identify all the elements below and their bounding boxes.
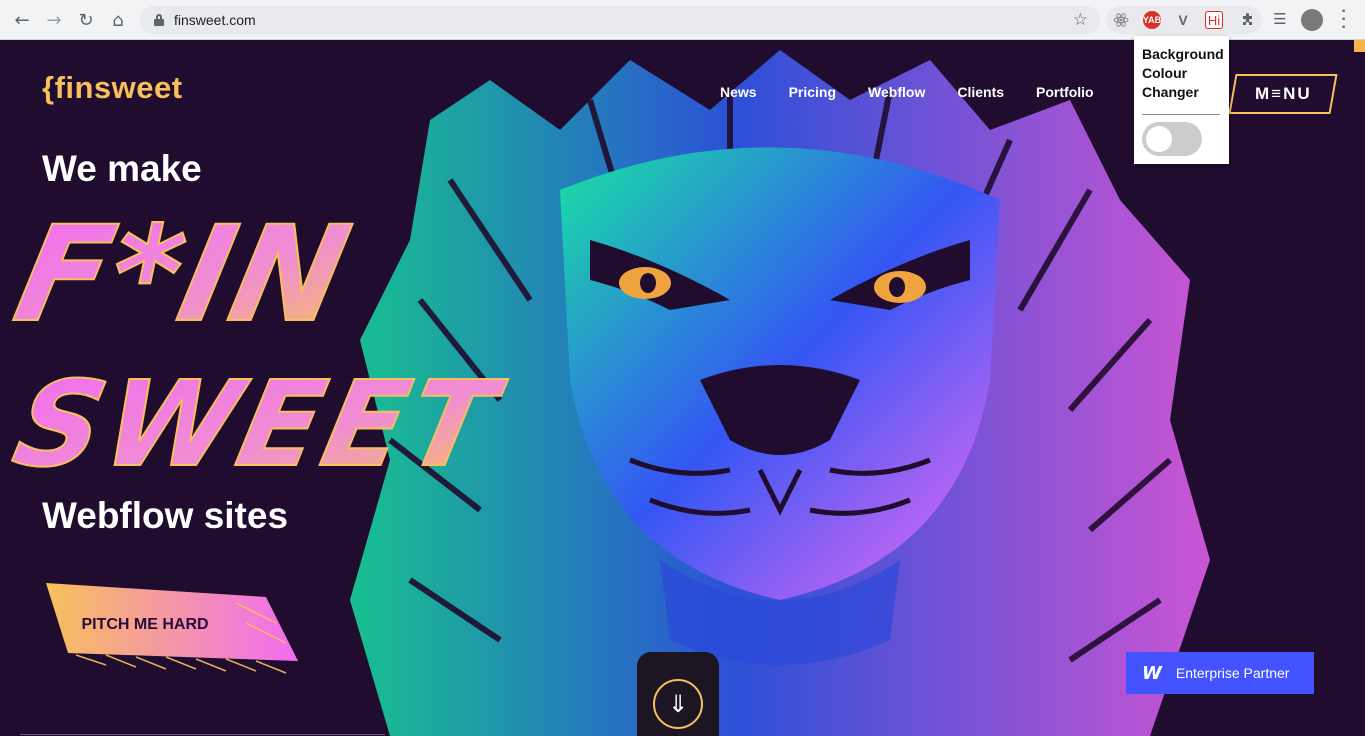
colour-changer-toggle[interactable] [1142, 122, 1202, 156]
nav-link-clients[interactable]: Clients [957, 84, 1004, 100]
reload-icon[interactable]: ↻ [74, 8, 98, 32]
hi-extension-icon[interactable]: Hi [1205, 11, 1223, 29]
vue-extension-icon[interactable]: V [1174, 11, 1192, 29]
url-text[interactable]: finsweet.com [174, 12, 256, 28]
puzzle-extensions-icon[interactable] [1238, 9, 1258, 29]
popup-divider [1142, 114, 1220, 115]
nav-link-portfolio[interactable]: Portfolio [1036, 84, 1094, 100]
nav-link-webflow[interactable]: Webflow [868, 84, 925, 100]
enterprise-partner-label: Enterprise Partner [1175, 665, 1290, 681]
address-bar[interactable]: finsweet.com ☆ [140, 6, 1100, 34]
popup-title: Background Colour Changer [1142, 46, 1224, 100]
browser-menu-icon[interactable]: · · · [1338, 4, 1350, 36]
brush-line-2: SWEET [10, 356, 514, 480]
yab-extension-icon[interactable]: YAB [1143, 11, 1161, 29]
bookmark-star-icon[interactable]: ☆ [1073, 10, 1088, 30]
hero-heading-bottom: Webflow sites [42, 495, 289, 536]
toggle-knob[interactable] [1146, 126, 1172, 152]
scroll-down-arrow-icon[interactable]: ⇓ [653, 679, 703, 729]
background-colour-changer-popup: Background Colour Changer [1134, 36, 1229, 164]
pitch-me-hard-button[interactable]: PITCH ME HARD [50, 616, 240, 634]
back-arrow-icon[interactable]: ← [10, 8, 34, 32]
forward-arrow-icon[interactable]: → [42, 8, 66, 32]
top-navigation: News Pricing Webflow Clients Portfolio [720, 84, 1094, 100]
finsweet-logo[interactable]: {finsweet [42, 70, 183, 106]
media-queue-icon[interactable]: ☰ [1270, 9, 1290, 29]
scroll-down-container: ⇓ [637, 652, 719, 736]
scrollbar-thumb[interactable] [1354, 40, 1365, 52]
profile-avatar[interactable] [1301, 9, 1323, 31]
nav-link-pricing[interactable]: Pricing [789, 84, 836, 100]
nav-link-news[interactable]: News [720, 84, 757, 100]
enterprise-partner-badge[interactable]: W Enterprise Partner [1126, 652, 1314, 694]
react-devtools-extension-icon[interactable] [1112, 11, 1130, 29]
menu-label: M≡NU [1254, 84, 1312, 103]
home-icon[interactable]: ⌂ [106, 8, 130, 32]
lock-icon[interactable] [154, 14, 164, 26]
divider-line [20, 734, 385, 735]
browser-toolbar: ← → ↻ ⌂ finsweet.com ☆ YAB V Hi ☰ · · · [0, 0, 1365, 40]
brush-line-1: F*IN [10, 198, 363, 351]
menu-button[interactable]: M≡NU [1228, 74, 1338, 114]
webflow-logo-icon: W [1142, 662, 1162, 684]
hero-brush-lettering: F*IN SWEET [10, 197, 515, 480]
